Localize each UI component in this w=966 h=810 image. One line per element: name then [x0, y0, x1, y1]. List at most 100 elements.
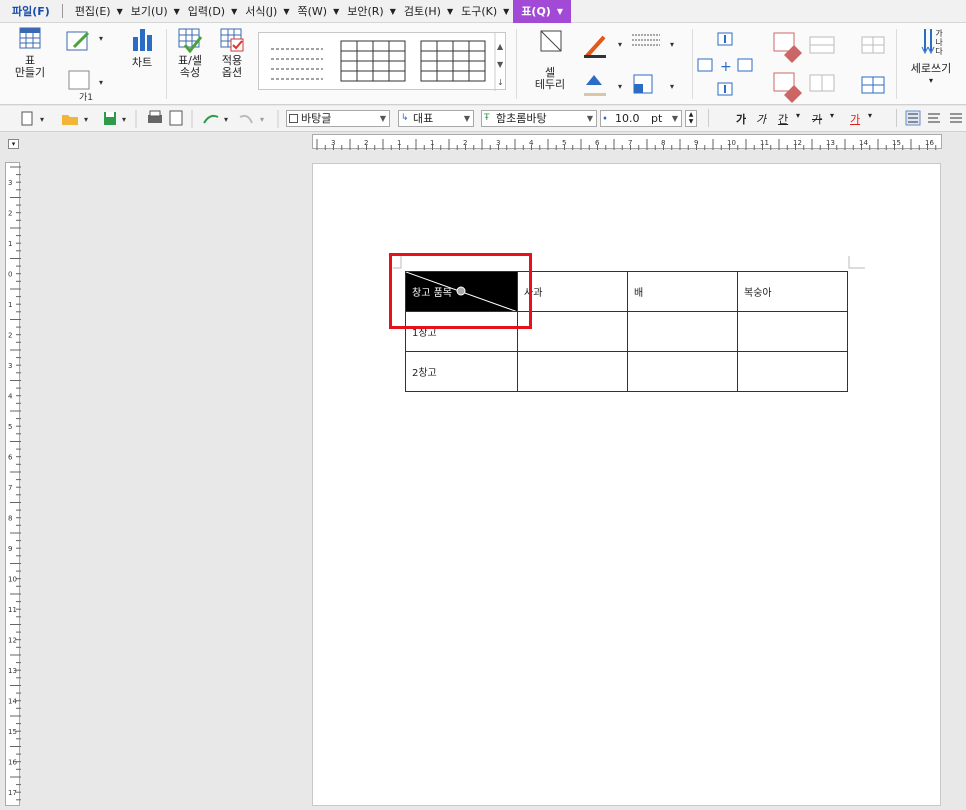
ruler-label: 2 [364, 139, 368, 147]
chevron-down-icon[interactable]: ▼ [380, 111, 386, 126]
svg-text:▾: ▾ [99, 34, 103, 43]
eraser-icon [773, 32, 835, 103]
gana-label: 가나다 [935, 29, 943, 56]
toolbar-divider [896, 109, 897, 127]
font-select[interactable]: Ŧ 함초롬바탕 ▼ [481, 110, 597, 127]
menu-arrow-icon[interactable]: ▼ [231, 7, 237, 16]
align-icons[interactable] [904, 109, 964, 129]
chevron-down-icon[interactable]: ▾ [796, 111, 800, 120]
table-cell[interactable] [517, 311, 628, 352]
ribbon-divider [896, 29, 897, 99]
ruler-label: 5 [8, 423, 12, 431]
menu-arrow-icon[interactable]: ▼ [557, 7, 563, 16]
italic-button[interactable]: 가 [756, 111, 766, 127]
menu-arrow-icon[interactable]: ▼ [390, 7, 396, 16]
menu-table[interactable]: 표(Q) ▼ [513, 0, 571, 23]
ruler-label: 11 [8, 606, 17, 614]
ruler-label: 8 [8, 515, 12, 523]
insert-row-col-tools[interactable]: + [696, 27, 756, 103]
menu-review[interactable]: 검토(H) ▼ [400, 0, 457, 23]
ruler-label: 1 [8, 240, 12, 248]
chevron-down-icon[interactable]: ▼ [587, 111, 593, 126]
cell-shade-tools[interactable]: ▾ ▾ ▾ ▾ [580, 27, 690, 103]
ruler-label: 9 [694, 139, 698, 147]
delete-merge-tools[interactable] [770, 27, 860, 103]
svg-text:▾: ▾ [122, 115, 126, 124]
ruler-ticks: 32101234567891011121314151617 [8, 166, 21, 801]
menu-arrow-icon[interactable]: ▼ [447, 7, 453, 16]
ruler-label: 3 [8, 179, 12, 187]
chevron-down-icon[interactable]: ▾ [868, 111, 872, 120]
outline-select[interactable]: ↳ 대표 ▼ [398, 110, 474, 127]
apply-options-button[interactable]: 적용 옵션 [212, 27, 252, 79]
menu-security[interactable]: 보안(R) ▼ [343, 0, 400, 23]
ruler-label: 12 [793, 139, 802, 147]
svg-text:▾: ▾ [670, 82, 674, 91]
table-style-icon: ▲ ▼ ↓ [271, 33, 504, 91]
ribbon-divider [692, 29, 693, 99]
border-diagonal-icon [540, 30, 562, 52]
ruler-label: 16 [8, 759, 17, 767]
ruler-label: 8 [661, 139, 665, 147]
table-cell[interactable] [627, 311, 738, 352]
font-size-input[interactable]: ꔷ 10.0 pt ▼ [600, 110, 682, 127]
menu-arrow-icon[interactable]: ▼ [117, 7, 123, 16]
underline-button[interactable]: 간 [778, 111, 788, 127]
cell-border-button[interactable]: 셀 테두리 [526, 27, 574, 91]
svg-text:▼: ▼ [497, 60, 504, 69]
chevron-down-icon[interactable]: ▼ [672, 111, 678, 126]
vertical-ruler[interactable]: 3 2 1 0 1 2 3 4 5 6 7 8 9 10 11 12 13 14 15 16 17 [5, 162, 21, 806]
font-color-button[interactable]: 가 [850, 111, 860, 127]
table-cell[interactable] [517, 351, 628, 392]
chart-button[interactable]: 차트 [122, 27, 162, 69]
table-cell[interactable]: 복숭아 [737, 271, 848, 312]
table-cell[interactable] [737, 351, 848, 392]
outline-value: 대표 [413, 112, 434, 125]
ribbon-divider [166, 29, 167, 99]
menu-view[interactable]: 보기(U) ▼ [127, 0, 184, 23]
menu-arrow-icon[interactable]: ▼ [174, 7, 180, 16]
format-toolbar: ▾ ▾ ▾ ▾ ▾ 바탕글 ▼ ↳ 대표 ▼ Ŧ 함초롬바탕 ▼ ꔷ 10.0 pt ▼… [0, 106, 966, 132]
menu-arrow-icon[interactable]: ▼ [503, 7, 509, 16]
table-cell[interactable]: 2창고 [405, 351, 518, 392]
chevron-down-icon[interactable]: ▾ [929, 75, 933, 87]
bold-button[interactable]: 가 [736, 111, 746, 127]
chart-icon [133, 29, 152, 51]
menu-file[interactable]: 파일(F) [8, 0, 54, 23]
chevron-down-icon[interactable]: ▼ [464, 111, 470, 126]
table-cell[interactable] [737, 311, 848, 352]
ruler-label: 3 [8, 362, 12, 370]
horizontal-ruler[interactable]: 3211234567891011121314151617 [312, 134, 966, 150]
menu-format[interactable]: 서식(J) ▼ [241, 0, 293, 23]
vertical-writing-button[interactable]: 가나다 세로쓰기 ▾ [900, 27, 962, 87]
table-cell[interactable] [627, 351, 738, 392]
ruler-label: 0 [8, 271, 12, 279]
ruler-label: 7 [8, 484, 12, 492]
ruler-toggle-button[interactable]: ▾ [8, 139, 19, 149]
table-create-button[interactable]: 표 만들기 [8, 27, 52, 79]
ruler-label: 15 [8, 728, 17, 736]
style-select[interactable]: 바탕글 ▼ [286, 110, 390, 127]
menu-input[interactable]: 입력(D) ▼ [184, 0, 241, 23]
font-size-stepper[interactable]: ▲ ▼ [685, 110, 697, 127]
font-size-icon: ꔷ [603, 114, 607, 123]
strikethrough-button[interactable]: 가 [812, 111, 822, 127]
chevron-down-icon[interactable]: ▾ [830, 111, 834, 120]
menu-tools[interactable]: 도구(K) ▼ [457, 0, 513, 23]
split-tools[interactable] [860, 27, 890, 103]
table-style-gallery[interactable]: ▲ ▼ ↓ [258, 32, 506, 91]
table-cell[interactable]: 사과 [517, 271, 628, 312]
apply-options-label: 적용 옵션 [221, 54, 243, 79]
table-cell[interactable]: 배 [627, 271, 738, 312]
menu-page[interactable]: 쪽(W) ▼ [293, 0, 343, 23]
apply-options-icon [220, 28, 244, 52]
menu-arrow-icon[interactable]: ▼ [333, 7, 339, 16]
table-cell-props-button[interactable]: 표/셀 속성 [172, 27, 208, 79]
ribbon: 표 만들기 ▾ ▾ 가1 차트 표/셀 속성 적용 옵션 ▲ ▼ ↓ 셀 테두리 ▾ ▾ ▾… [0, 23, 966, 105]
table-draw-button[interactable]: ▾ ▾ 가1 [62, 27, 110, 101]
ruler-label: 1 [430, 139, 434, 147]
menu-arrow-icon[interactable]: ▼ [283, 7, 289, 16]
menu-edit[interactable]: 편집(E) ▼ [71, 0, 127, 23]
table-create-label: 표 만들기 [14, 54, 46, 79]
insert-cell-icon: + [697, 32, 753, 96]
